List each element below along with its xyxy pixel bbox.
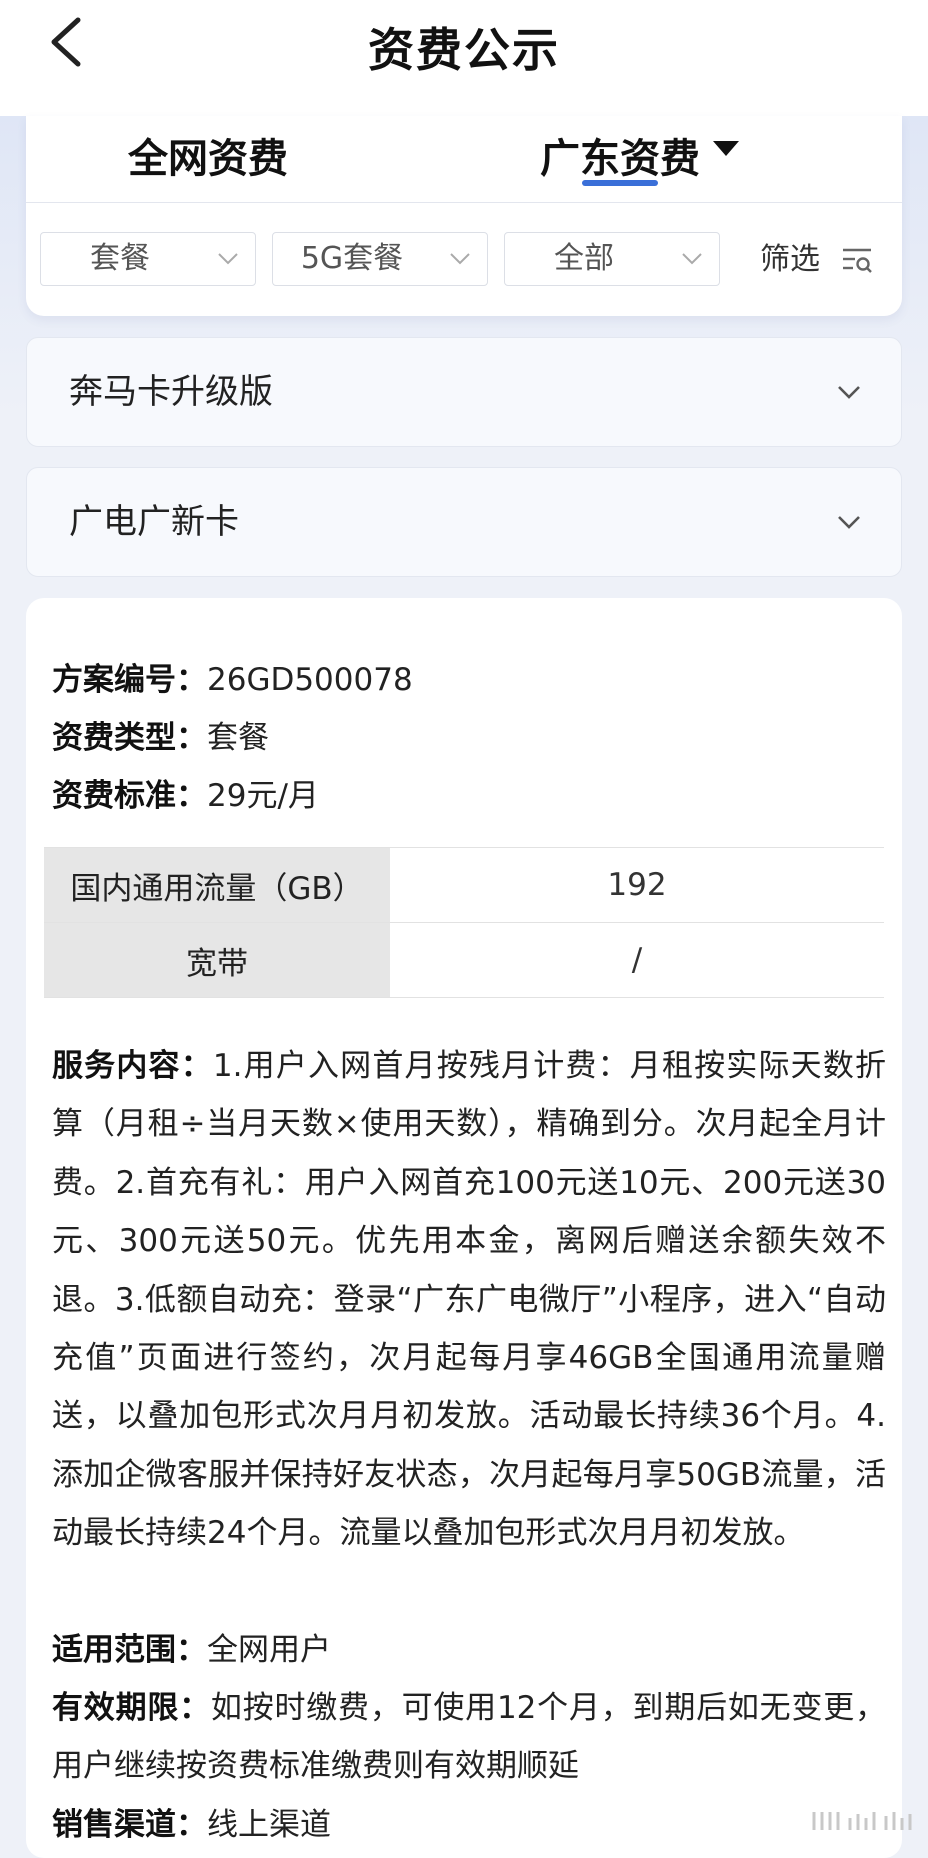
validity-row: 有效期限：如按时缴费，可使用12个月，到期后如无变更，用户继续按资费标准缴费则有… (52, 1679, 886, 1796)
channel-key: 销售渠道： (52, 1807, 207, 1843)
chevron-down-icon (838, 516, 860, 529)
validity-key: 有效期限： (52, 1690, 211, 1726)
filter-button[interactable]: 筛选 (760, 232, 874, 286)
service-key: 服务内容： (52, 1048, 213, 1084)
table-value-cell: 192 (390, 847, 884, 923)
tab-national-tariff[interactable]: 全网资费 (128, 124, 288, 194)
fee-standard-row: 资费标准：29元/月 (52, 776, 319, 816)
table-value-cell: / (390, 922, 884, 998)
chevron-down-icon (682, 253, 702, 265)
range-select-value: 全部 (554, 241, 614, 276)
scope-key: 适用范围： (52, 1632, 207, 1668)
plan-number-value: 26GD500078 (207, 662, 413, 698)
table-header-cell: 宽带 (44, 922, 390, 998)
scope-value: 全网用户 (207, 1632, 331, 1668)
table-header-cell: 国内通用流量（GB） (44, 847, 390, 923)
category-select-value: 套餐 (90, 241, 150, 276)
fee-type-value: 套餐 (207, 720, 269, 756)
channel-row: 销售渠道：线上渠道 (52, 1796, 886, 1854)
page-title: 资费公示 (368, 23, 560, 77)
accordion-label: 广电广新卡 (69, 502, 239, 542)
fee-standard-value: 29元/月 (207, 778, 319, 814)
fee-type-key: 资费类型： (52, 720, 207, 756)
range-select[interactable]: 全部 (504, 232, 720, 286)
fee-standard-key: 资费标准： (52, 778, 207, 814)
subcategory-select-value: 5G套餐 (300, 241, 404, 276)
channel-value: 线上渠道 (207, 1807, 331, 1843)
plan-number-row: 方案编号：26GD500078 (52, 660, 413, 700)
subcategory-select[interactable]: 5G套餐 (272, 232, 488, 286)
service-value: 1.用户入网首月按残月计费：月租按实际天数折算（月租÷当月天数×使用天数），精确… (52, 1048, 887, 1552)
watermark-logo-icon (812, 1812, 912, 1830)
top-bar: 资费公示 (0, 0, 928, 116)
accordion-label: 奔马卡升级版 (69, 372, 273, 412)
fee-type-row: 资费类型：套餐 (52, 718, 269, 758)
accordion-plan-1[interactable]: 奔马卡升级版 (26, 337, 902, 447)
active-tab-indicator (582, 180, 658, 186)
chevron-down-icon (838, 386, 860, 399)
service-content: 服务内容：1.用户入网首月按残月计费：月租按实际天数折算（月租÷当月天数×使用天… (52, 1037, 886, 1563)
filter-label: 筛选 (760, 241, 820, 277)
category-select[interactable]: 套餐 (40, 232, 256, 286)
plan-number-key: 方案编号： (52, 662, 207, 698)
chevron-down-icon (450, 253, 470, 265)
divider (26, 202, 902, 203)
filter-list-icon (842, 248, 872, 273)
chevron-down-icon (218, 253, 238, 265)
spec-table: 国内通用流量（GB） 192 宽带 / (44, 847, 884, 998)
scope-row: 适用范围：全网用户 (52, 1621, 886, 1679)
accordion-plan-2[interactable]: 广电广新卡 (26, 467, 902, 577)
table-row: 宽带 / (44, 922, 884, 998)
caret-down-icon[interactable] (713, 141, 739, 156)
table-row: 国内通用流量（GB） 192 (44, 847, 884, 923)
